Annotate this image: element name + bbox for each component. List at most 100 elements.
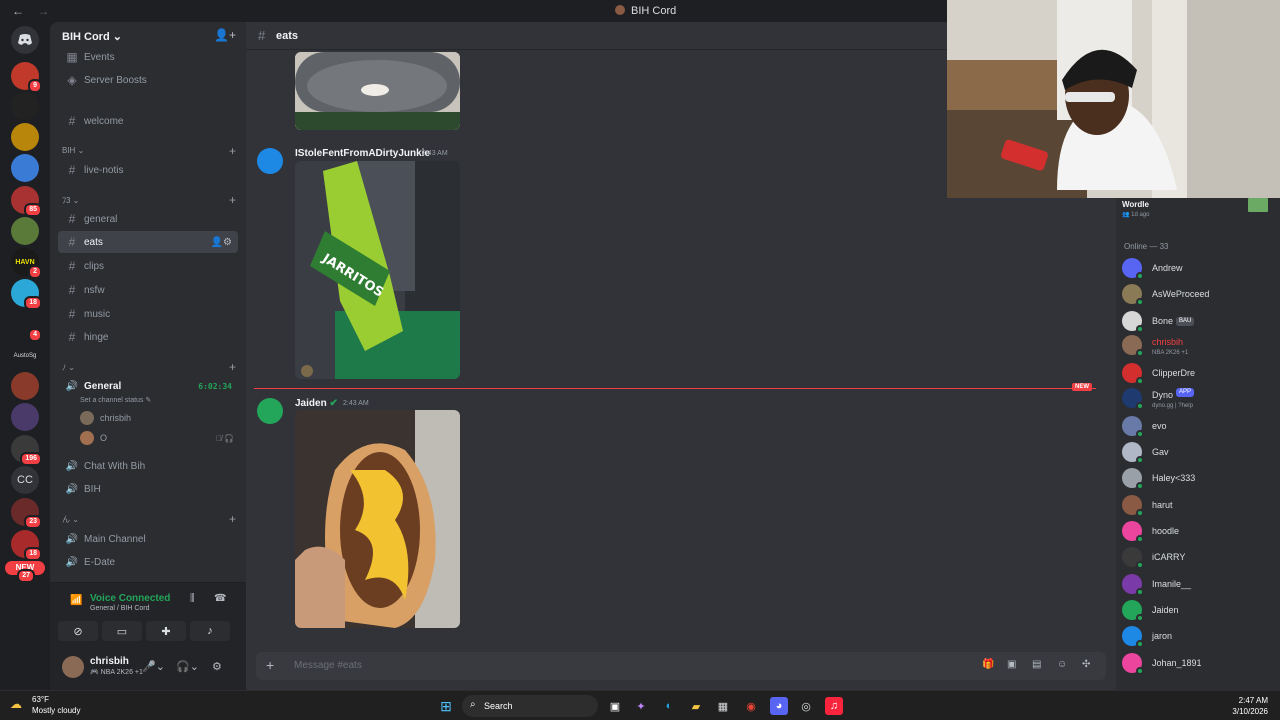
member-row[interactable]: hoodle <box>1122 519 1274 543</box>
channel-live-notis[interactable]: # live-notis <box>58 159 238 181</box>
task-view-icon[interactable]: ▣ <box>606 697 624 715</box>
invite-people-icon[interactable]: 👤+ <box>214 28 236 42</box>
server-icon[interactable] <box>11 403 39 431</box>
member-row[interactable]: Dyno APP dyno.gg | ?help <box>1122 388 1274 412</box>
server-icon[interactable]: HAVN 2 <box>11 248 42 279</box>
sticker-icon[interactable]: ▤ <box>1032 659 1041 670</box>
server-icon[interactable]: CC <box>11 466 39 494</box>
member-row[interactable]: Andrew <box>1122 256 1274 280</box>
channel-music[interactable]: # music <box>58 303 238 325</box>
server-icon[interactable]: 85 <box>11 186 42 217</box>
user-name[interactable]: chrisbih <box>90 656 129 667</box>
server-boosts-item[interactable]: ◈ Server Boosts <box>58 69 238 91</box>
server-icon[interactable] <box>11 154 39 182</box>
message-image[interactable] <box>295 410 460 628</box>
voice-channel-main-channel[interactable]: 🔊 Main Channel <box>58 528 238 550</box>
server-icon[interactable]: 4 <box>11 311 42 342</box>
voice-user[interactable]: chrisbih <box>80 410 240 426</box>
voice-channel-e-date[interactable]: 🔊 E-Date <box>58 551 238 573</box>
voice-connected-label[interactable]: Voice Connected <box>90 593 170 604</box>
camera-off-button[interactable]: ⊘ <box>58 621 98 641</box>
chrome-icon[interactable]: ◉ <box>742 697 760 715</box>
server-icon[interactable]: 18 <box>11 530 42 561</box>
apps-icon[interactable]: ✣ <box>1082 659 1090 670</box>
soundboard-button[interactable]: ♪ <box>190 621 230 641</box>
avatar[interactable] <box>257 148 283 174</box>
music-icon[interactable]: ♫ <box>825 697 843 715</box>
member-row[interactable]: Johan_1891 <box>1122 651 1274 675</box>
discord-home-icon[interactable] <box>11 26 39 54</box>
forward-button[interactable]: → <box>37 4 49 18</box>
channel-hinge[interactable]: # hinge <box>58 326 238 348</box>
channel-clips[interactable]: # clips <box>58 255 238 277</box>
server-icon[interactable] <box>11 372 39 400</box>
channel-welcome[interactable]: # welcome <box>58 110 238 132</box>
member-row[interactable]: AsWeProceed <box>1122 282 1274 306</box>
app-icon[interactable]: ◎ <box>797 697 815 715</box>
message-image[interactable]: JARRITOS <box>295 161 460 379</box>
member-row[interactable]: iCARRY <box>1122 545 1274 569</box>
message-author[interactable]: IStoleFentFromADirtyJunkie <box>295 148 430 159</box>
server-icon[interactable] <box>11 123 39 151</box>
voice-user[interactable]: O 🎙̸ 🎧 <box>80 430 240 446</box>
member-row[interactable]: Imanile__ <box>1122 572 1274 596</box>
category-label[interactable]: ﾉ ⌄ <box>62 362 75 373</box>
server-icon[interactable]: 23 <box>11 498 42 529</box>
voice-channel-bih[interactable]: 🔊 BIH <box>58 478 238 500</box>
upload-plus-icon[interactable]: + <box>266 657 274 673</box>
gear-icon[interactable]: ⚙ <box>212 660 222 673</box>
message-author[interactable]: Jaiden ✔ <box>295 398 338 409</box>
member-row[interactable]: evo <box>1122 414 1274 438</box>
noise-suppression-icon[interactable]: ⫼ <box>190 593 195 604</box>
member-row[interactable]: Jaiden <box>1122 598 1274 622</box>
member-row[interactable]: Haley<333 <box>1122 466 1274 490</box>
activities-button[interactable]: ✚ <box>146 621 186 641</box>
server-icon[interactable]: 9 <box>11 62 42 93</box>
message-composer[interactable]: + Message #eats 🎁 ▣ ▤ ☺ ✣ <box>256 652 1106 680</box>
server-icon[interactable] <box>11 92 39 120</box>
voice-channel-chat-with-bih[interactable]: 🔊 Chat With Bih <box>58 455 238 477</box>
start-icon[interactable]: ⊞ <box>437 697 455 715</box>
member-row[interactable]: jaron <box>1122 624 1274 648</box>
category-label[interactable]: ﾌ3 ⌄ <box>62 195 79 206</box>
channel-eats[interactable]: # eats 👤⚙ <box>58 231 238 253</box>
voice-location[interactable]: General / BIH Cord <box>90 605 150 612</box>
server-icon[interactable]: AustoSg <box>11 342 39 370</box>
server-icon[interactable]: 18 <box>11 279 42 310</box>
member-row[interactable]: Bone BAU <box>1122 309 1274 333</box>
message-input[interactable]: Message #eats <box>294 660 362 671</box>
events-item[interactable]: ▦ Events <box>58 46 238 68</box>
message-image[interactable] <box>295 52 460 130</box>
category-label[interactable]: ん ⌄ <box>62 514 79 525</box>
gift-icon[interactable]: 🎁 <box>982 659 994 670</box>
member-row[interactable]: chrisbih NBA 2K26 +1 <box>1122 335 1274 359</box>
emoji-icon[interactable]: ☺ <box>1057 659 1067 670</box>
gif-icon[interactable]: ▣ <box>1007 659 1016 670</box>
server-icon[interactable] <box>11 217 39 245</box>
create-channel-icon[interactable]: + <box>229 193 236 207</box>
discord-taskbar-icon[interactable]: ◕ <box>770 697 788 715</box>
disconnect-icon[interactable]: ☎ <box>214 593 226 604</box>
create-channel-icon[interactable]: + <box>229 360 236 374</box>
store-icon[interactable]: ▦ <box>714 697 732 715</box>
copilot-icon[interactable]: ✦ <box>632 697 650 715</box>
headphones-icon[interactable]: 🎧⌄ <box>176 660 199 673</box>
avatar[interactable] <box>62 656 84 678</box>
channel-nsfw[interactable]: # nsfw <box>58 279 238 301</box>
screen-share-button[interactable]: ▭ <box>102 621 142 641</box>
channel-settings-icon[interactable]: 👤⚙ <box>211 237 232 248</box>
avatar[interactable] <box>257 398 283 424</box>
voice-channel-general[interactable]: 🔊 General 6:02:34 <box>58 375 238 397</box>
server-icon[interactable]: 196 <box>11 435 42 466</box>
taskbar-search[interactable]: ⌕ Search <box>462 695 598 717</box>
create-channel-icon[interactable]: + <box>229 144 236 158</box>
channel-status-prompt[interactable]: Set a channel status ✎ <box>80 396 151 404</box>
microphone-icon[interactable]: 🎤⌄ <box>142 660 165 673</box>
member-row[interactable]: ClipperDre <box>1122 361 1274 385</box>
member-row[interactable]: harut <box>1122 493 1274 517</box>
category-label[interactable]: BIH ⌄ <box>62 146 84 155</box>
file-explorer-icon[interactable]: ▰ <box>687 697 705 715</box>
guild-name[interactable]: BIH Cord ⌄ <box>62 30 122 43</box>
channel-general[interactable]: # general <box>58 208 238 230</box>
system-clock[interactable]: 2:47 AM 3/10/2026 <box>1232 695 1268 717</box>
